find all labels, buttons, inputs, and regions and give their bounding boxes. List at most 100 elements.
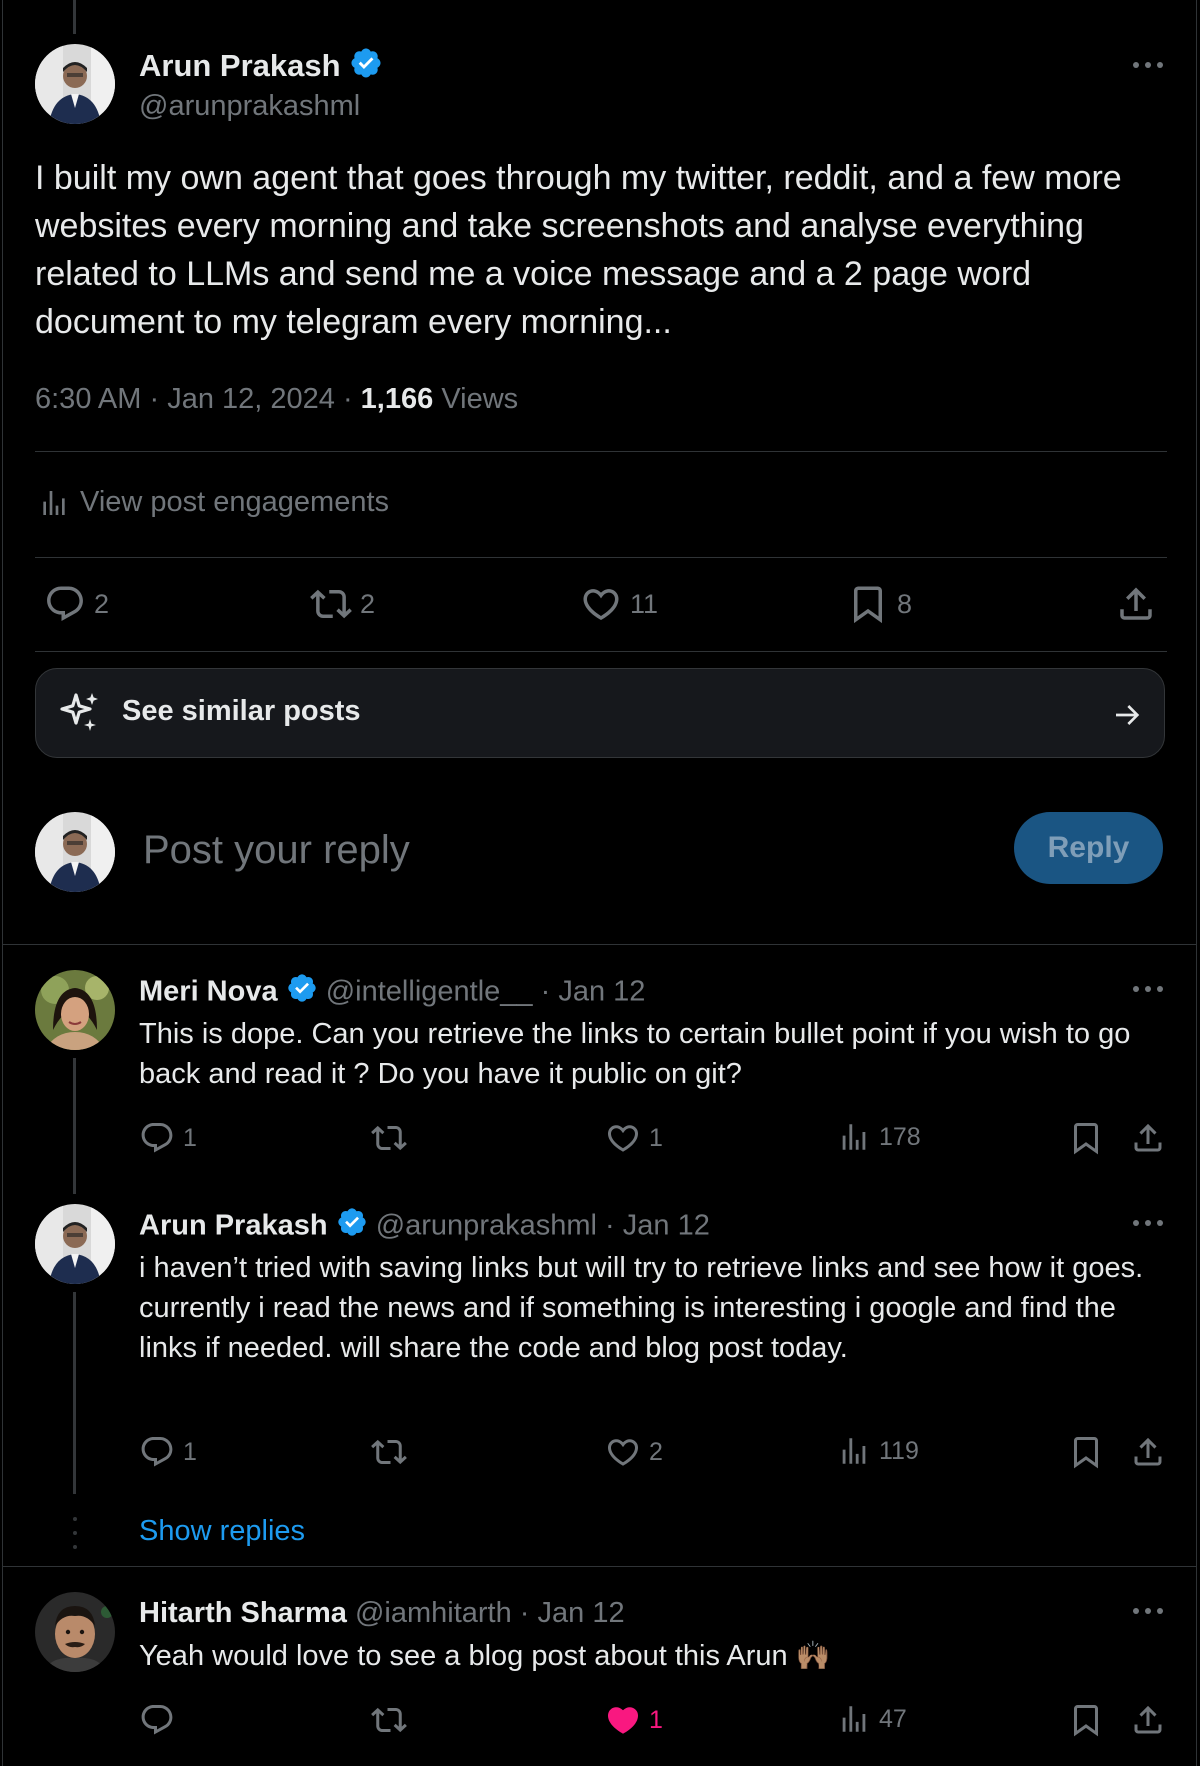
bookmark-icon: [847, 583, 889, 625]
views-count: 119: [879, 1436, 919, 1465]
share-button[interactable]: [1130, 1434, 1166, 1470]
thread-line: [73, 1058, 76, 1194]
share-button[interactable]: [1130, 1702, 1166, 1738]
reply-text: i haven’t tried with saving links but wi…: [139, 1248, 1169, 1368]
reply-author-handle[interactable]: @intelligentle__: [326, 976, 533, 1008]
heart-filled-icon: [605, 1702, 641, 1738]
bookmark-count: 8: [897, 588, 913, 619]
verified-badge-icon: [349, 46, 383, 90]
like-button[interactable]: 1: [605, 1120, 663, 1156]
like-button[interactable]: 11: [580, 583, 658, 625]
repost-icon: [371, 1434, 407, 1470]
view-engagements-link[interactable]: View post engagements: [38, 486, 389, 519]
author-handle[interactable]: @arunprakashml: [139, 87, 360, 125]
like-count: 1: [649, 1123, 663, 1152]
bookmark-button[interactable]: 8: [847, 583, 912, 625]
divider: [35, 651, 1167, 652]
repost-icon: [310, 583, 352, 625]
heart-icon: [605, 1434, 641, 1470]
views-button[interactable]: 178: [837, 1120, 921, 1154]
reply-author-handle[interactable]: @iamhitarth: [355, 1597, 512, 1629]
reply-text-paragraph: currently i read the news and if somethi…: [139, 1292, 1116, 1364]
post-date[interactable]: Jan 12, 2024: [167, 383, 335, 415]
repost-button[interactable]: [371, 1702, 407, 1738]
repost-icon: [371, 1120, 407, 1156]
comment-icon: [44, 583, 86, 625]
like-button[interactable]: 2: [605, 1434, 663, 1470]
views-count: 178: [879, 1122, 921, 1151]
thread-line-top: [73, 0, 76, 34]
reply-date[interactable]: Jan 12: [623, 1210, 710, 1242]
avatar[interactable]: [35, 1204, 115, 1284]
repost-button[interactable]: 2: [310, 583, 375, 625]
reply-text-content: Yeah would love to see a blog post about…: [139, 1640, 788, 1672]
divider: [2, 944, 1197, 945]
reply-text: This is dope. Can you retrieve the links…: [139, 1018, 1131, 1090]
divider: [2, 1566, 1197, 1567]
reply-input[interactable]: Post your reply: [143, 822, 410, 878]
author-row: Arun Prakash: [139, 46, 383, 90]
views-button[interactable]: 47: [837, 1702, 907, 1736]
more-options-icon[interactable]: [1131, 976, 1165, 1007]
share-icon: [1130, 1120, 1166, 1156]
reply-header: Meri Nova @intelligentle__ · Jan 12: [139, 972, 645, 1014]
more-options-icon[interactable]: [1131, 1598, 1165, 1629]
reply-author-handle[interactable]: @arunprakashml: [376, 1210, 597, 1242]
more-options-icon[interactable]: [1131, 52, 1165, 83]
post-time[interactable]: 6:30 AM: [35, 383, 141, 415]
reply-button[interactable]: 2: [44, 583, 109, 625]
views-button[interactable]: 119: [837, 1434, 919, 1468]
analytics-icon: [837, 1120, 871, 1154]
verified-badge-icon: [286, 972, 318, 1014]
right-border: [1196, 0, 1197, 1766]
repost-icon: [371, 1702, 407, 1738]
comment-icon: [139, 1702, 175, 1738]
bookmark-button[interactable]: [1068, 1120, 1104, 1156]
avatar[interactable]: [35, 1592, 115, 1672]
divider: [35, 451, 1167, 452]
post-meta: 6:30 AM · Jan 12, 2024 · 1,166 Views: [35, 383, 519, 415]
share-button[interactable]: [1130, 1120, 1166, 1156]
repost-button[interactable]: [371, 1434, 407, 1470]
post-thread: Arun Prakash @arunprakashml I built my o…: [0, 0, 1200, 1766]
reply-count: 1: [183, 1123, 197, 1152]
raised-hands-emoji: 🙌🏽: [795, 1640, 831, 1671]
see-similar-posts-button[interactable]: See similar posts: [35, 668, 1165, 758]
show-replies-link[interactable]: Show replies: [139, 1512, 305, 1550]
views-count: 1,166: [360, 383, 434, 415]
reply-author-name[interactable]: Meri Nova: [139, 976, 278, 1008]
analytics-icon: [837, 1702, 871, 1736]
analytics-icon: [837, 1434, 871, 1468]
heart-icon: [605, 1120, 641, 1156]
reply-author-name[interactable]: Hitarth Sharma: [139, 1597, 347, 1629]
more-options-icon[interactable]: [1131, 1210, 1165, 1241]
bookmark-button[interactable]: [1068, 1434, 1104, 1470]
bookmark-icon: [1068, 1120, 1104, 1156]
views-label: Views: [441, 383, 519, 415]
reply-button[interactable]: [139, 1702, 175, 1738]
comment-icon: [139, 1120, 175, 1156]
reply-button[interactable]: 1: [139, 1120, 197, 1156]
engagements-label: View post engagements: [80, 486, 390, 518]
share-icon: [1130, 1434, 1166, 1470]
reply-button[interactable]: 1: [139, 1434, 197, 1470]
reply-date[interactable]: Jan 12: [538, 1597, 625, 1629]
verified-badge-icon: [336, 1206, 368, 1248]
left-border: [2, 0, 3, 1766]
reply-submit-button[interactable]: Reply: [1014, 812, 1163, 884]
analytics-icon: [38, 487, 70, 519]
reply-date[interactable]: Jan 12: [558, 976, 645, 1008]
bookmark-button[interactable]: [1068, 1702, 1104, 1738]
reply-author-name[interactable]: Arun Prakash: [139, 1210, 328, 1242]
reply-count: 1: [183, 1437, 197, 1466]
author-name[interactable]: Arun Prakash: [139, 48, 341, 83]
avatar[interactable]: [35, 44, 115, 124]
like-count: 2: [649, 1437, 663, 1466]
repost-button[interactable]: [371, 1120, 407, 1156]
share-button[interactable]: [1115, 583, 1157, 625]
like-button[interactable]: 1: [605, 1702, 663, 1738]
thread-dots: [72, 1516, 78, 1555]
divider: [35, 557, 1167, 558]
avatar[interactable]: [35, 812, 115, 892]
avatar[interactable]: [35, 970, 115, 1050]
